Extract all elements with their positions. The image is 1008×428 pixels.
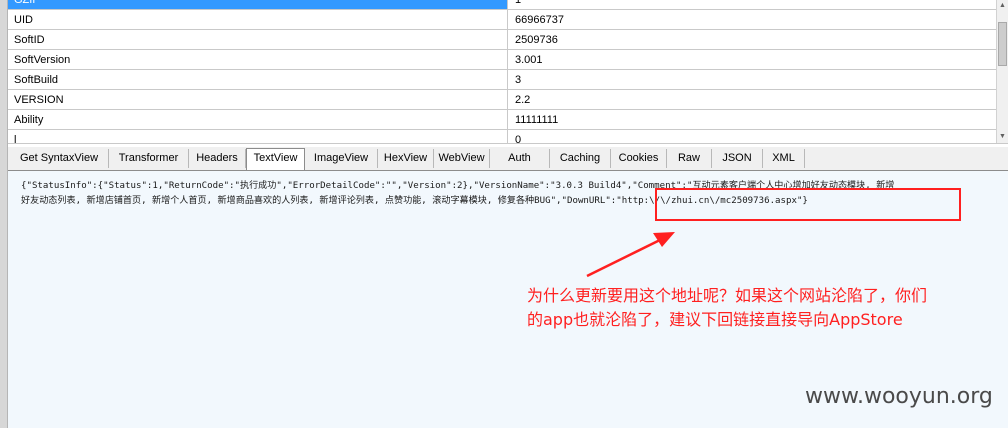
property-value[interactable]: 2509736 (507, 29, 997, 50)
tab-textview[interactable]: TextView (246, 148, 305, 170)
property-key[interactable]: l (7, 129, 508, 143)
property-value[interactable]: 0 (507, 129, 997, 143)
tab-caching[interactable]: Caching (550, 149, 611, 168)
scroll-down-icon[interactable]: ▼ (998, 132, 1007, 141)
scrollbar-thumb[interactable] (998, 22, 1007, 66)
property-key[interactable]: GZIP (7, 0, 508, 10)
property-key[interactable]: SoftID (7, 29, 508, 50)
table-row[interactable]: UID 66966737 (7, 9, 997, 30)
table-row[interactable]: SoftID 2509736 (7, 29, 997, 50)
annotation-line-2: 的app也就沦陷了，建议下回链接直接导向AppStore (527, 310, 903, 329)
tab-auth[interactable]: Auth (490, 149, 550, 168)
grid-scrollbar[interactable]: ▲ ▼ (996, 0, 1008, 143)
tab-get-syntaxview[interactable]: Get SyntaxView (10, 149, 109, 168)
annotation-text: 为什么更新要用这个地址呢？如果这个网站沦陷了，你们 的app也就沦陷了，建议下回… (527, 284, 1007, 332)
property-value[interactable]: 2.2 (507, 89, 997, 110)
tab-webview[interactable]: WebView (434, 149, 490, 168)
table-row[interactable]: l0 (7, 129, 997, 143)
property-value[interactable]: 3.001 (507, 49, 997, 70)
property-key[interactable]: UID (7, 9, 508, 30)
properties-table: GZIP1UID66966737SoftID2509736SoftVersion… (7, 0, 997, 143)
left-splitter[interactable] (0, 0, 8, 428)
text-view-panel[interactable]: {"StatusInfo":{"Status":1,"ReturnCode":"… (7, 171, 1008, 428)
property-value[interactable]: 3 (507, 69, 997, 90)
property-value[interactable]: 1 (507, 0, 997, 10)
tab-hexview[interactable]: HexView (378, 149, 434, 168)
property-value[interactable]: 66966737 (507, 9, 997, 30)
tab-headers[interactable]: Headers (189, 149, 246, 168)
property-key[interactable]: VERSION (7, 89, 508, 110)
table-row[interactable]: SoftBuild 3 (7, 69, 997, 90)
properties-grid: GZIP1UID66966737SoftID2509736SoftVersion… (0, 0, 1008, 144)
tab-imageview[interactable]: ImageView (305, 149, 378, 168)
tab-cookies[interactable]: Cookies (611, 149, 667, 168)
table-row[interactable]: SoftVersion 3.001 (7, 49, 997, 70)
tab-raw[interactable]: Raw (667, 149, 712, 168)
inspector-tabs: Get SyntaxView Transformer Headers TextView… (7, 147, 1008, 171)
annotation-line-1: 为什么更新要用这个地址呢？如果这个网站沦陷了，你们 (527, 286, 928, 305)
table-row[interactable]: VERSION 2.2 (7, 89, 997, 110)
table-row[interactable]: Ability 11111111 (7, 109, 997, 130)
table-row[interactable]: GZIP1 (7, 0, 997, 10)
property-key[interactable]: SoftBuild (7, 69, 508, 90)
tab-transformer[interactable]: Transformer (109, 149, 189, 168)
watermark: www.wooyun.org (805, 384, 993, 409)
property-key[interactable]: SoftVersion (7, 49, 508, 70)
property-value[interactable]: 11111111 (507, 109, 997, 130)
tab-json[interactable]: JSON (712, 149, 763, 168)
tab-xml[interactable]: XML (763, 149, 805, 168)
scroll-up-icon[interactable]: ▲ (998, 1, 1007, 10)
property-key[interactable]: Ability (7, 109, 508, 130)
